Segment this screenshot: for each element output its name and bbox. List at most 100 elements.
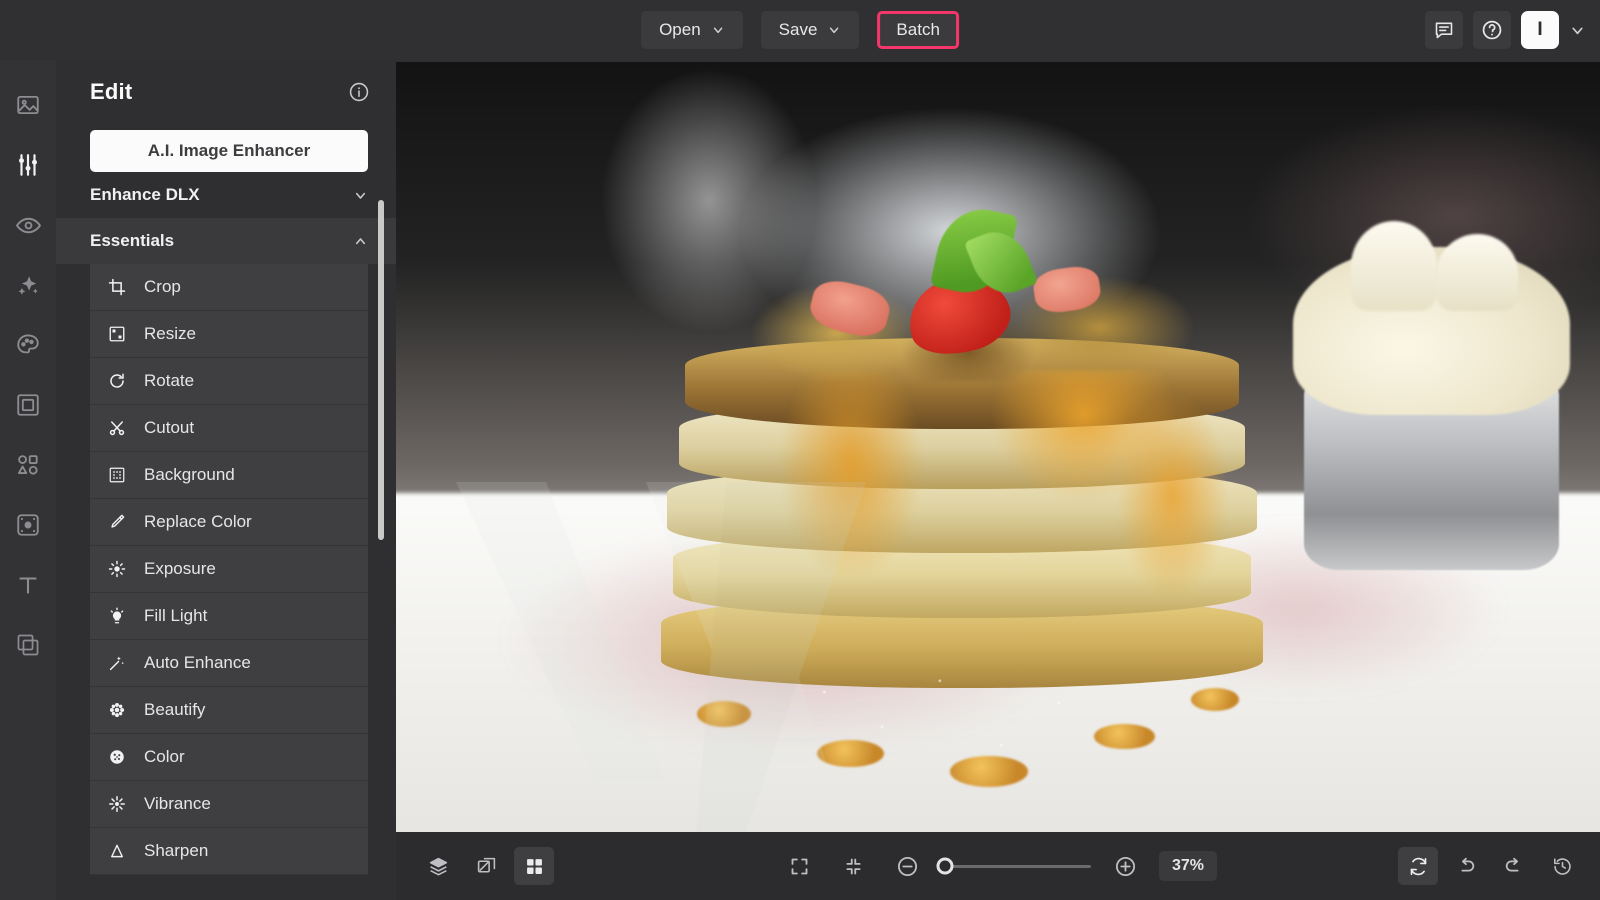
photo-caramel-syrup [684, 369, 1239, 683]
essentials-tool-list: Crop Resize Rotate Cutout Background Rep… [90, 264, 368, 875]
ai-image-enhancer-button[interactable]: A.I. Image Enhancer [90, 130, 368, 172]
account-menu-button[interactable] [1569, 22, 1586, 39]
feedback-button[interactable] [1425, 11, 1463, 49]
frame-icon [15, 392, 41, 418]
zoom-slider-track[interactable] [936, 857, 1091, 875]
section-enhance-dlx-label: Enhance DLX [90, 185, 200, 204]
image-editor-app: Open Save Batch I Edit A.I. Image Enhanc… [0, 0, 1600, 900]
chevron-down-icon [1569, 22, 1586, 39]
fit-screen-button[interactable] [779, 847, 819, 885]
brush-icon [106, 513, 128, 531]
tool-item-replace-color[interactable]: Replace Color [90, 499, 368, 546]
grid-icon [524, 856, 545, 877]
chevron-down-icon [711, 23, 725, 37]
edit-panel-header: Edit [56, 60, 396, 124]
tool-item-label: Rotate [144, 371, 195, 390]
tool-item-sharpen[interactable]: Sharpen [90, 828, 368, 875]
zoom-level-value[interactable]: 37% [1159, 851, 1217, 881]
color-wheel-icon [106, 748, 128, 766]
layers-icon [428, 856, 449, 877]
info-icon [348, 81, 370, 103]
chevron-down-icon [353, 188, 368, 203]
tool-item-beautify[interactable]: Beautify [90, 687, 368, 734]
star-burst-icon [106, 795, 128, 813]
avatar[interactable]: I [1521, 11, 1559, 49]
zoom-out-button[interactable] [887, 847, 927, 885]
tool-item-fill-light[interactable]: Fill Light [90, 593, 368, 640]
tool-item-resize[interactable]: Resize [90, 311, 368, 358]
tool-item-exposure[interactable]: Exposure [90, 546, 368, 593]
resize-icon [106, 325, 128, 343]
tool-item-label: Resize [144, 324, 196, 343]
tool-rail [0, 60, 56, 900]
compare-button[interactable] [466, 847, 506, 885]
triangle-icon [106, 842, 128, 860]
open-button-label: Open [659, 20, 701, 39]
tool-item-label: Auto Enhance [144, 653, 251, 672]
tool-item-rotate[interactable]: Rotate [90, 358, 368, 405]
rail-item-overlay[interactable] [11, 628, 45, 662]
syrup-drop [949, 755, 1029, 787]
section-enhance-dlx[interactable]: Enhance DLX [90, 172, 368, 218]
tool-item-auto-enhance[interactable]: Auto Enhance [90, 640, 368, 687]
redo-button[interactable] [1494, 847, 1534, 885]
syrup-drop [696, 700, 752, 727]
tool-item-color[interactable]: Color [90, 734, 368, 781]
section-essentials[interactable]: Essentials [56, 218, 396, 264]
reset-icon [1408, 856, 1429, 877]
eye-icon [15, 212, 42, 239]
flower-icon [106, 701, 128, 719]
page-title: Edit [90, 79, 133, 104]
photo-pancake-stack [660, 201, 1263, 801]
info-button[interactable] [348, 81, 370, 103]
rail-item-text[interactable] [11, 568, 45, 602]
tool-item-vibrance[interactable]: Vibrance [90, 781, 368, 828]
rotate-icon [106, 372, 128, 390]
bottom-toolbar-left-group [418, 847, 554, 885]
overlay-icon [15, 632, 41, 658]
undo-button[interactable] [1446, 847, 1486, 885]
batch-button[interactable]: Batch [877, 11, 959, 49]
help-button[interactable] [1473, 11, 1511, 49]
save-button[interactable]: Save [760, 11, 860, 49]
scissors-icon [106, 419, 128, 437]
reset-button[interactable] [1398, 847, 1438, 885]
tool-item-label: Exposure [144, 559, 216, 578]
panel-scrollbar[interactable] [378, 200, 384, 540]
rail-item-retouch[interactable] [11, 208, 45, 242]
photo-pancakes [396, 62, 1600, 832]
wand-icon [106, 654, 128, 672]
rail-item-color[interactable] [11, 328, 45, 362]
photo-cream-peak [1350, 220, 1438, 312]
tool-item-cutout[interactable]: Cutout [90, 405, 368, 452]
rail-item-shapes[interactable] [11, 448, 45, 482]
tool-item-label: Cutout [144, 418, 195, 437]
image-icon [15, 92, 41, 118]
rail-item-frames[interactable] [11, 388, 45, 422]
redo-icon [1503, 855, 1525, 877]
rail-item-image[interactable] [11, 88, 45, 122]
zoom-slider-knob[interactable] [936, 857, 954, 875]
tool-item-crop[interactable]: Crop [90, 264, 368, 311]
sun-icon [106, 560, 128, 578]
grid-button[interactable] [514, 847, 554, 885]
top-toolbar-right-group: I [1425, 0, 1586, 60]
rail-item-texture[interactable] [11, 508, 45, 542]
open-button[interactable]: Open [641, 11, 743, 49]
undo-icon [1455, 855, 1477, 877]
rail-item-adjust[interactable] [11, 148, 45, 182]
zoom-in-button[interactable] [1105, 847, 1145, 885]
image-canvas[interactable] [396, 62, 1600, 832]
tool-item-label: Color [144, 747, 185, 766]
tool-item-background[interactable]: Background [90, 452, 368, 499]
layers-button[interactable] [418, 847, 458, 885]
zoom-slider[interactable] [936, 857, 1091, 875]
history-button[interactable] [1542, 847, 1582, 885]
fill-screen-button[interactable] [833, 847, 873, 885]
shapes-icon [15, 452, 41, 478]
rail-item-effects[interactable] [11, 268, 45, 302]
sliders-icon [15, 152, 41, 178]
tool-item-label: Fill Light [144, 606, 208, 625]
palette-icon [15, 332, 41, 358]
bottom-toolbar-right-group [1398, 847, 1582, 885]
